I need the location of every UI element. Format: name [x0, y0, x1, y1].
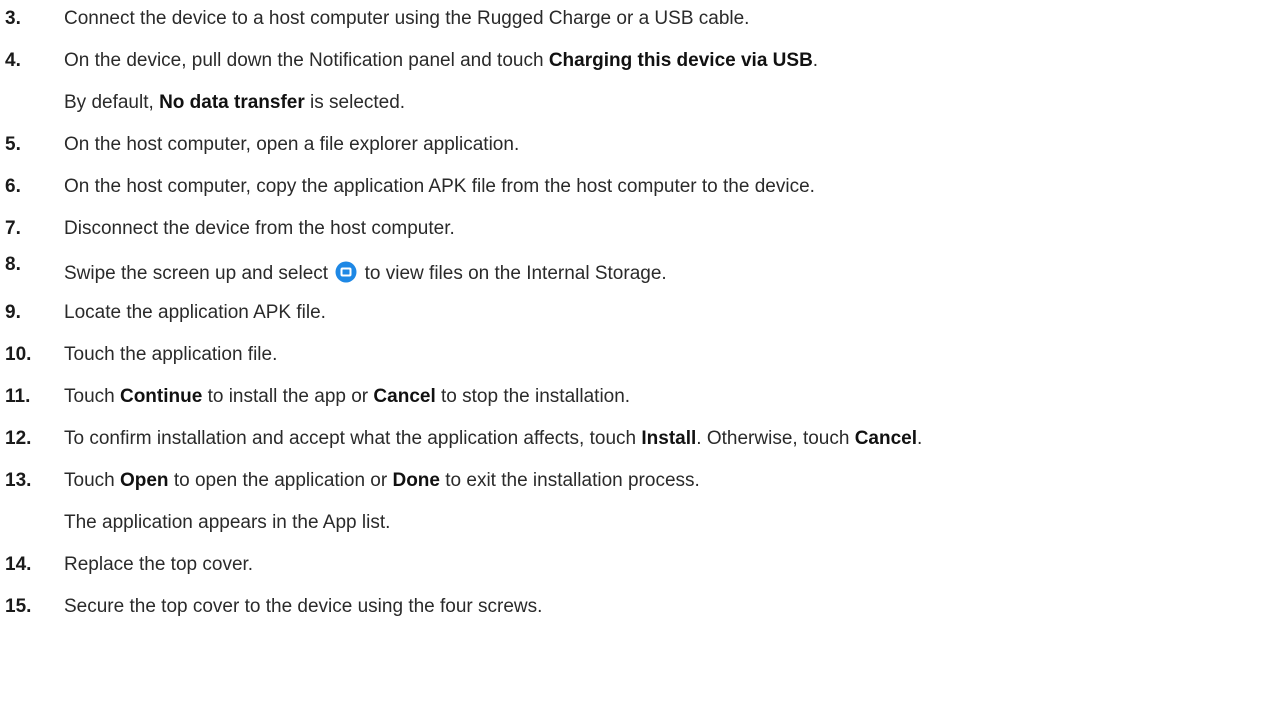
- step-number: 8.: [5, 254, 21, 275]
- step-text: On the host computer, copy the applicati…: [64, 176, 815, 197]
- step-number: 11.: [5, 386, 31, 407]
- step-number: 4.: [5, 50, 21, 71]
- step-note: By default, No data transfer is selected…: [64, 92, 406, 113]
- step-number: 14.: [5, 554, 32, 575]
- step-number: 13.: [5, 470, 32, 491]
- step-text: Secure the top cover to the device using…: [64, 596, 543, 617]
- ui-term: Continue: [119, 386, 203, 407]
- step-number: 7.: [5, 218, 21, 239]
- ui-term: Open: [119, 470, 169, 491]
- step-number: 12.: [5, 428, 32, 449]
- step-number: 10.: [5, 344, 32, 365]
- files-app-icon: [335, 261, 357, 283]
- step-text: Swipe the screen up and select to view f…: [64, 261, 667, 284]
- step-text: Disconnect the device from the host comp…: [64, 218, 455, 239]
- step-text: Locate the application APK file.: [64, 302, 326, 323]
- step-text: Replace the top cover.: [64, 554, 254, 575]
- step-text: Touch Open to open the application or Do…: [64, 470, 700, 491]
- step-number: 6.: [5, 176, 21, 197]
- step-text: Touch Continue to install the app or Can…: [64, 386, 631, 407]
- ui-term: Cancel: [854, 428, 918, 449]
- ui-term: Install: [641, 428, 697, 449]
- step-text: On the host computer, open a file explor…: [64, 134, 520, 155]
- step-text: Connect the device to a host computer us…: [64, 8, 750, 29]
- step-text: On the device, pull down the Notificatio…: [64, 50, 819, 71]
- step-number: 5.: [5, 134, 21, 155]
- step-number: 3.: [5, 8, 21, 29]
- ui-term: No data transfer: [159, 92, 305, 113]
- ui-term: Charging this device via USB: [548, 50, 813, 71]
- step-text: Touch the application file.: [64, 344, 278, 365]
- ui-term: Cancel: [373, 386, 436, 407]
- step-note: The application appears in the App list.: [64, 512, 391, 533]
- ui-term: Done: [392, 470, 440, 491]
- step-text: To confirm installation and accept what …: [64, 428, 923, 449]
- step-number: 9.: [5, 302, 21, 323]
- step-number: 15.: [5, 596, 32, 617]
